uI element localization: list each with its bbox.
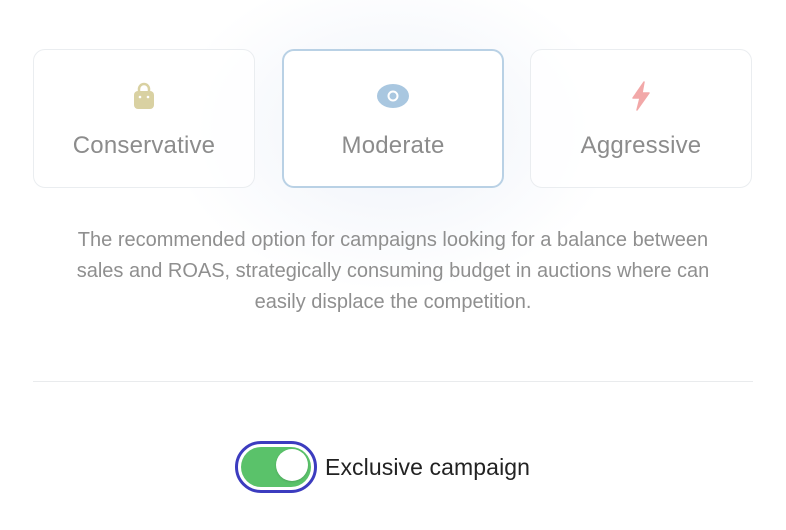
strategy-option-moderate[interactable]: Moderate bbox=[282, 49, 504, 188]
exclusive-campaign-toggle[interactable] bbox=[235, 441, 317, 493]
shopping-bag-icon bbox=[128, 80, 160, 112]
strategy-option-label: Moderate bbox=[341, 132, 445, 159]
strategy-option-label: Conservative bbox=[72, 132, 216, 159]
eye-icon bbox=[377, 80, 409, 112]
strategy-option-conservative[interactable]: Conservative bbox=[33, 49, 255, 188]
exclusive-campaign-row: Exclusive campaign bbox=[235, 439, 530, 495]
exclusive-campaign-label[interactable]: Exclusive campaign bbox=[325, 454, 530, 481]
strategy-description: The recommended option for campaigns loo… bbox=[76, 229, 710, 313]
strategy-option-label: Aggressive bbox=[580, 132, 702, 159]
divider bbox=[33, 381, 753, 382]
strategy-option-aggressive[interactable]: Aggressive bbox=[530, 49, 752, 188]
toggle-knob bbox=[276, 449, 308, 481]
lightning-bolt-icon bbox=[625, 80, 657, 112]
strategy-options: Conservative Moderate Aggressive bbox=[33, 49, 753, 190]
